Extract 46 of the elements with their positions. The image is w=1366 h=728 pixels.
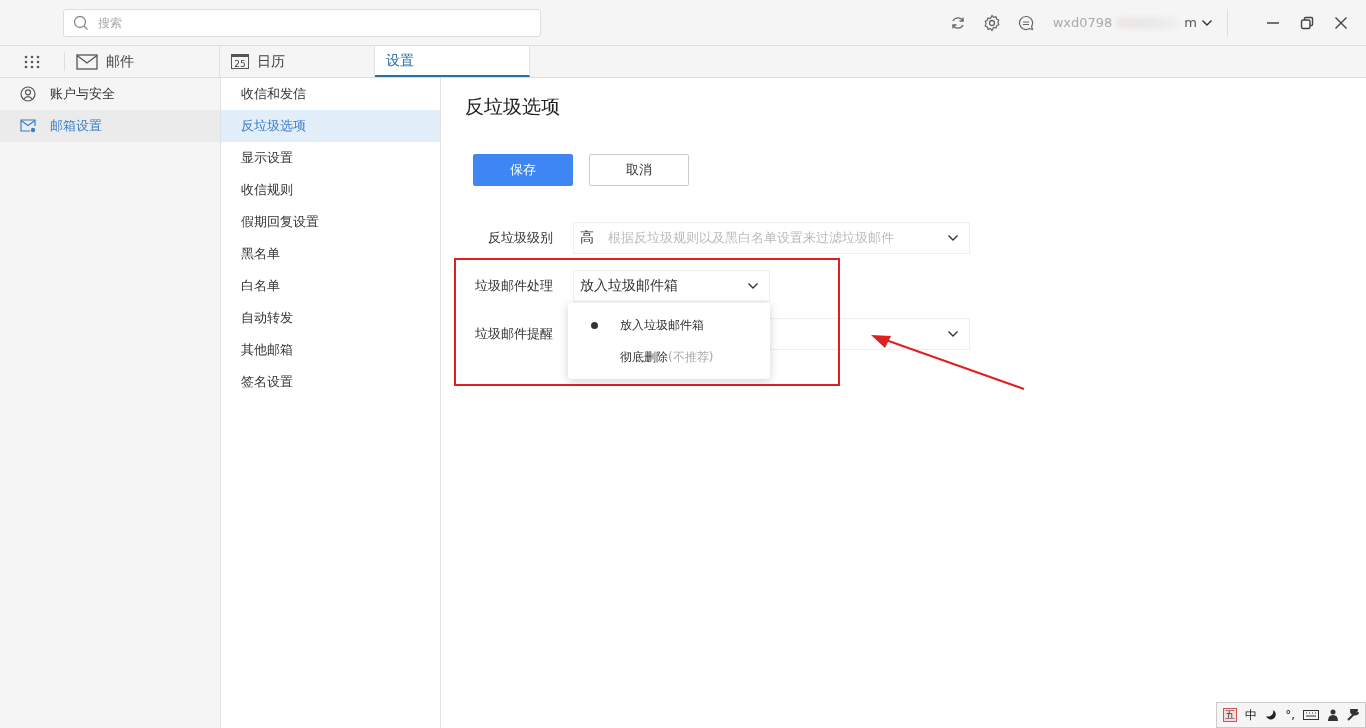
apps-grid-icon[interactable] [24, 54, 40, 69]
select-field[interactable]: 高 根据反垃圾规则以及黑白名单设置来过滤垃圾邮件 [573, 222, 970, 254]
submenu-item[interactable]: 反垃圾选项 [221, 110, 440, 142]
close-icon[interactable] [1334, 15, 1348, 30]
tab[interactable]: 设置 [375, 46, 530, 77]
field-label: 垃圾邮件处理 [474, 277, 553, 295]
page-title: 反垃圾选项 [465, 94, 561, 119]
field-label: 反垃圾级别 [487, 229, 553, 247]
refresh-icon[interactable] [949, 14, 966, 31]
ime-toggle[interactable]: 中 [1245, 706, 1258, 724]
submenu-item[interactable]: 显示设置 [221, 142, 440, 174]
chevron-icon [747, 282, 759, 290]
submenu-item[interactable]: 签名设置 [221, 366, 440, 398]
ime-toggle[interactable]: °, [1285, 708, 1295, 722]
person-icon[interactable] [1327, 709, 1339, 721]
calendar-icon: 25 [231, 54, 249, 69]
mail-settings-icon [20, 119, 36, 133]
chevron-icon [947, 234, 959, 242]
restore-icon[interactable] [1300, 15, 1314, 30]
submenu-item[interactable]: 其他邮箱 [221, 334, 440, 366]
submenu-item[interactable]: 假期回复设置 [221, 206, 440, 238]
field-label: 垃圾邮件提醒 [474, 325, 553, 343]
ime-mode-icon[interactable]: 五 [1223, 708, 1238, 722]
tab[interactable]: 邮件 [65, 46, 220, 77]
moon-icon[interactable] [1265, 709, 1278, 721]
dropdown-option[interactable]: 放入垃圾邮件箱 [568, 309, 770, 341]
sidebar-item[interactable]: 邮箱设置 [0, 110, 220, 142]
keyboard-icon[interactable] [1303, 710, 1319, 720]
wrench-icon[interactable] [1347, 709, 1359, 721]
save-button[interactable]: 保存 [473, 154, 573, 186]
sidebar-item[interactable]: 账户与安全 [0, 78, 220, 110]
chevron-icon [947, 330, 959, 338]
submenu-item[interactable]: 自动转发 [221, 302, 440, 334]
chat-icon[interactable] [1017, 14, 1034, 31]
settings-icon[interactable] [982, 13, 1001, 32]
search-field[interactable]: 搜索 [63, 8, 541, 37]
envelope-icon [76, 53, 98, 70]
user-icon [20, 86, 36, 102]
dropdown-option[interactable]: 彻底删除(不推荐) [568, 341, 770, 373]
cancel-button[interactable]: 取消 [589, 154, 689, 186]
submenu-item[interactable]: 收信和发信 [221, 78, 440, 110]
chevron-icon [1201, 18, 1213, 27]
submenu-item[interactable]: 白名单 [221, 270, 440, 302]
account-menu[interactable]: wxd0798 m [1052, 15, 1213, 30]
submenu-item[interactable]: 黑名单 [221, 238, 440, 270]
submenu-item[interactable]: 收信规则 [221, 174, 440, 206]
